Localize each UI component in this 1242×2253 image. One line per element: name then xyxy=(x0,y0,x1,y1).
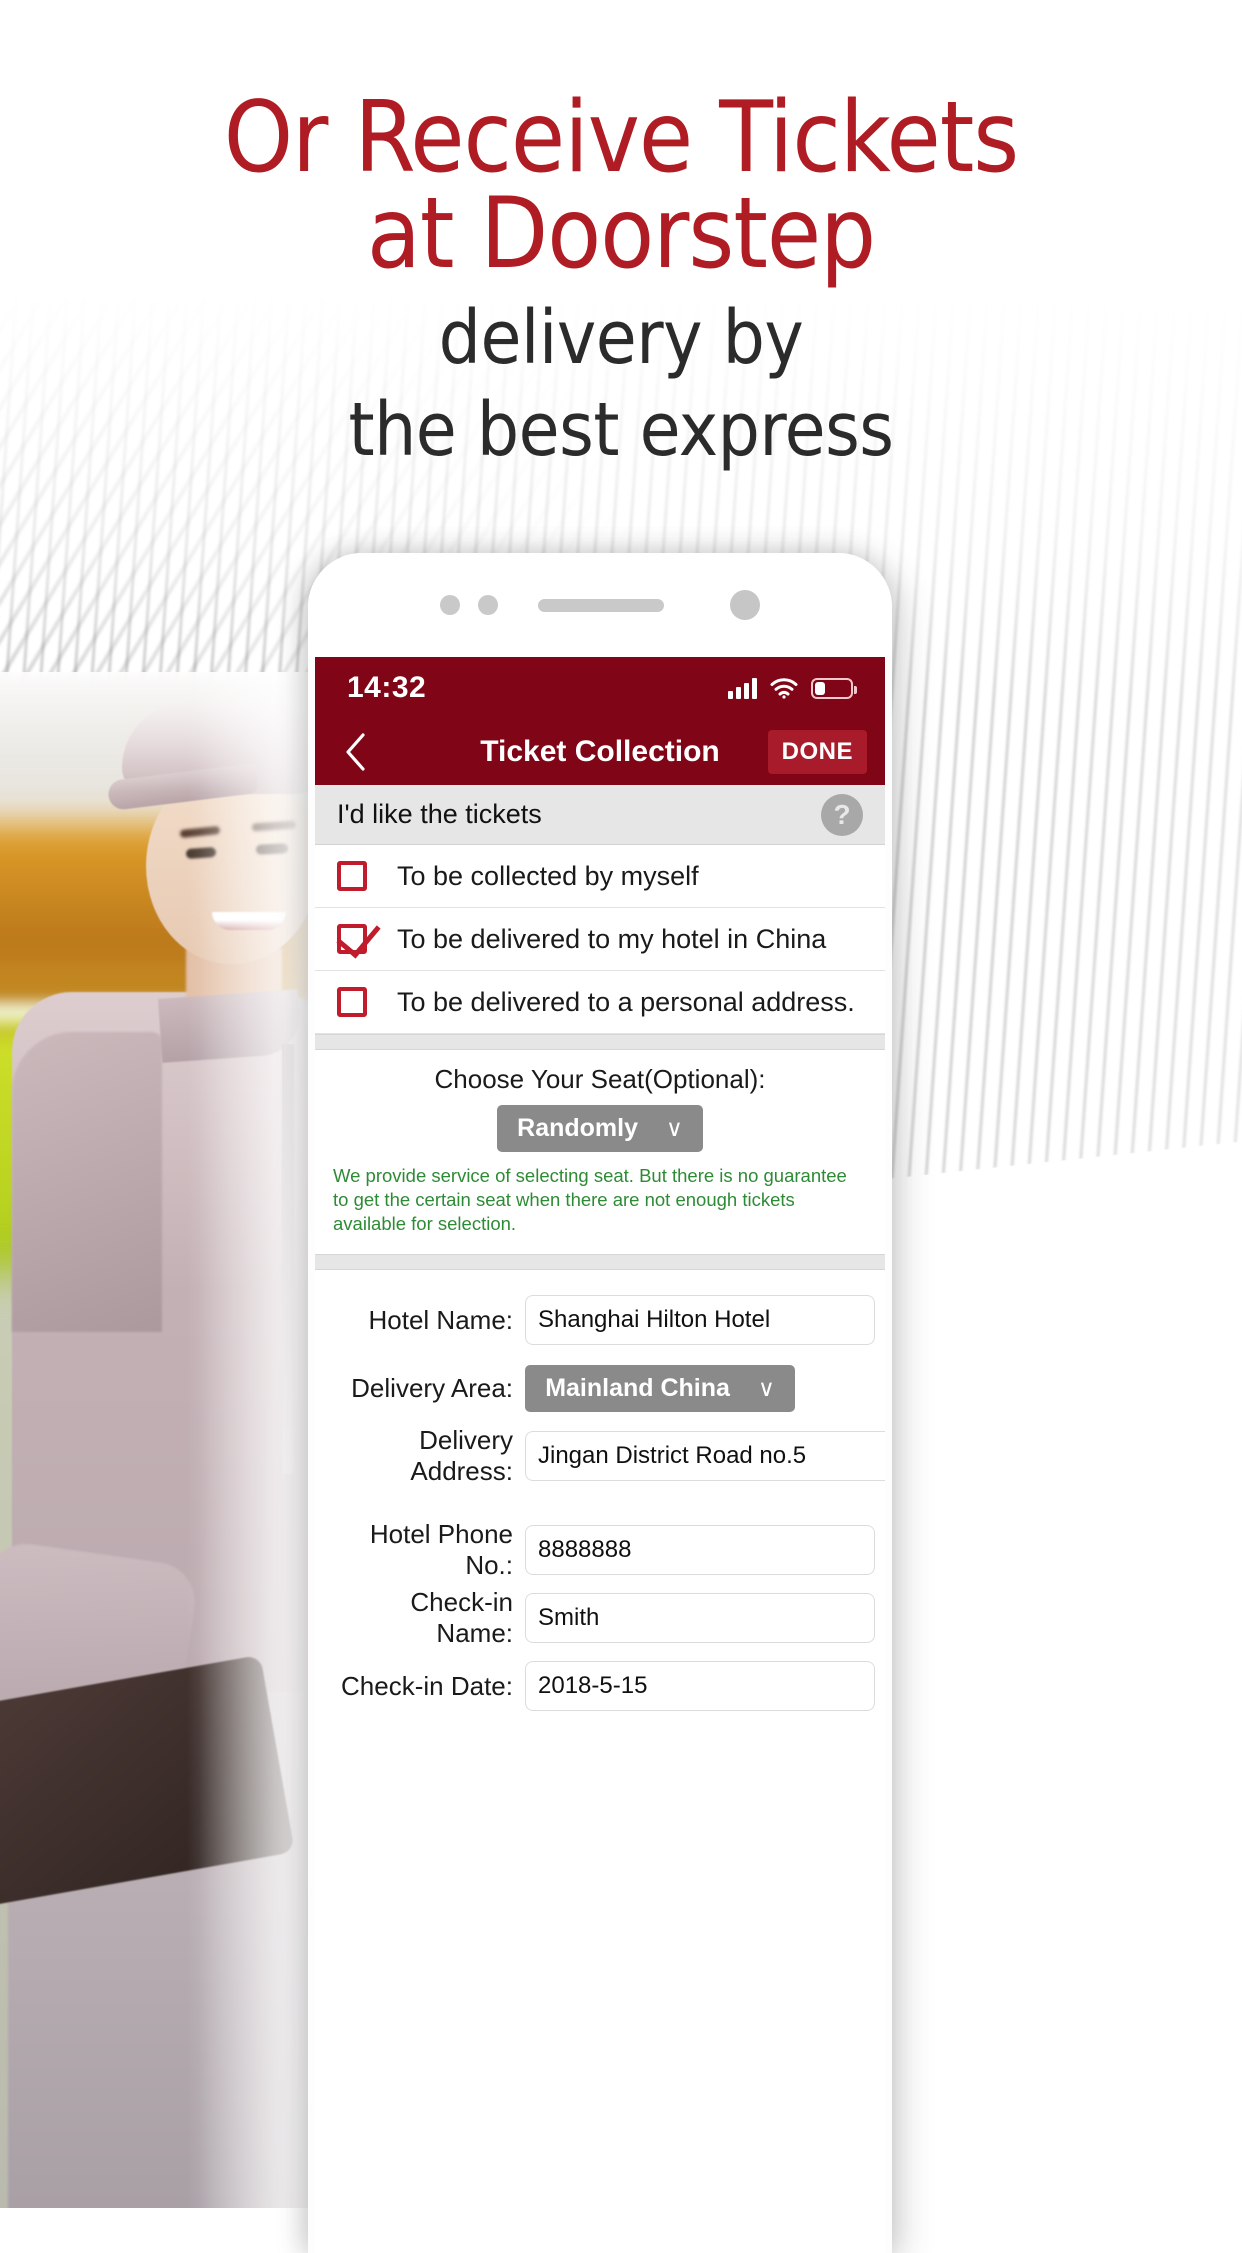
chevron-down-icon: ∨ xyxy=(757,1374,775,1401)
delivery-address-input[interactable]: Jingan District Road no.5 xyxy=(525,1431,885,1481)
subheadline-line-1: delivery by xyxy=(438,295,804,381)
hotel-name-input[interactable]: Shanghai Hilton Hotel xyxy=(525,1295,875,1345)
seat-selection-title: Choose Your Seat(Optional): xyxy=(434,1064,766,1094)
status-icons xyxy=(728,677,857,699)
field-row-delivery-address: Delivery Address: Jingan District Road n… xyxy=(315,1422,885,1490)
field-label: Hotel Phone No.: xyxy=(369,1519,513,1580)
help-icon[interactable]: ? xyxy=(821,793,863,836)
headline-line-1: Or Receive Tickets xyxy=(223,81,1019,195)
seat-selection-block: Choose Your Seat(Optional): Randomly ∨ W… xyxy=(315,1050,885,1254)
option-label: To be delivered to a personal address. xyxy=(397,986,855,1017)
wifi-icon xyxy=(770,678,798,699)
status-clock: 14:32 xyxy=(347,671,427,704)
chevron-down-icon: ∨ xyxy=(666,1115,683,1141)
done-button[interactable]: DONE xyxy=(767,730,867,774)
battery-low-icon xyxy=(811,677,857,699)
chevron-left-icon xyxy=(346,733,365,771)
field-row-hotel-phone: Hotel Phone No.: 8888888 xyxy=(315,1516,885,1584)
field-label: Delivery Address: xyxy=(410,1425,513,1486)
seat-dropdown-value: Randomly xyxy=(517,1114,638,1142)
hotel-phone-input[interactable]: 8888888 xyxy=(525,1525,875,1575)
delivery-form-block: Hotel Name: Shanghai Hilton Hotel Delive… xyxy=(315,1270,885,1730)
section-header: I'd like the tickets ? xyxy=(315,785,885,845)
option-label: To be delivered to my hotel in China xyxy=(397,923,827,954)
scene-right-fade xyxy=(0,672,340,2208)
nav-bar: Ticket Collection DONE xyxy=(315,719,885,785)
back-button[interactable] xyxy=(333,730,377,774)
checkbox-unchecked-icon[interactable] xyxy=(337,861,367,891)
status-bar: 14:32 xyxy=(315,657,885,719)
seat-selection-row: Randomly ∨ xyxy=(315,1105,885,1152)
headline-line-2: at Doorstep xyxy=(366,177,876,291)
subheadline-line-2: the best express xyxy=(348,387,894,473)
delivery-area-dropdown[interactable]: Mainland China ∨ xyxy=(525,1364,795,1412)
field-label: Delivery Area: xyxy=(351,1372,513,1403)
checkbox-checked-icon[interactable] xyxy=(337,924,367,954)
option-row-deliver-address[interactable]: To be delivered to a personal address. xyxy=(315,971,885,1034)
option-label: To be collected by myself xyxy=(397,860,699,891)
form-spacer xyxy=(315,1490,885,1516)
checkin-date-input[interactable]: 2018-5-15 xyxy=(525,1661,875,1711)
cellular-bars-icon xyxy=(728,677,757,699)
section-divider xyxy=(315,1254,885,1270)
section-header-label: I'd like the tickets xyxy=(337,799,542,829)
front-camera-icon xyxy=(730,590,760,620)
section-divider xyxy=(315,1034,885,1050)
seat-dropdown[interactable]: Randomly ∨ xyxy=(497,1105,703,1152)
field-label: Check-in Date: xyxy=(341,1670,513,1701)
option-row-collect-myself[interactable]: To be collected by myself xyxy=(315,845,885,908)
seat-selection-note: We provide service of selecting seat. Bu… xyxy=(333,1165,847,1234)
warehouse-photo xyxy=(0,672,340,2208)
phone-mockup: 14:32 Ticket Collection DONE I'd like th… xyxy=(308,553,892,2253)
phone-top-bezel xyxy=(308,553,892,657)
sensor-dot-icon xyxy=(440,595,460,615)
promo-headline-block: Or Receive Tickets at Doorstep delivery … xyxy=(0,81,1242,473)
checkbox-unchecked-icon[interactable] xyxy=(337,987,367,1017)
earpiece-speaker-icon xyxy=(538,598,664,612)
field-label: Hotel Name: xyxy=(368,1304,514,1335)
delivery-area-value: Mainland China xyxy=(545,1373,730,1402)
field-row-checkin-name: Check-in Name: Smith xyxy=(315,1584,885,1652)
field-label: Check-in Name: xyxy=(410,1587,513,1648)
checkin-name-input[interactable]: Smith xyxy=(525,1593,875,1643)
option-row-deliver-hotel[interactable]: To be delivered to my hotel in China xyxy=(315,908,885,971)
sensor-dot-icon xyxy=(478,595,498,615)
field-row-delivery-area: Delivery Area: Mainland China ∨ xyxy=(315,1354,885,1422)
phone-screen: 14:32 Ticket Collection DONE I'd like th… xyxy=(315,657,885,2253)
field-row-hotel-name: Hotel Name: Shanghai Hilton Hotel xyxy=(315,1286,885,1354)
field-row-checkin-date: Check-in Date: 2018-5-15 xyxy=(315,1652,885,1720)
